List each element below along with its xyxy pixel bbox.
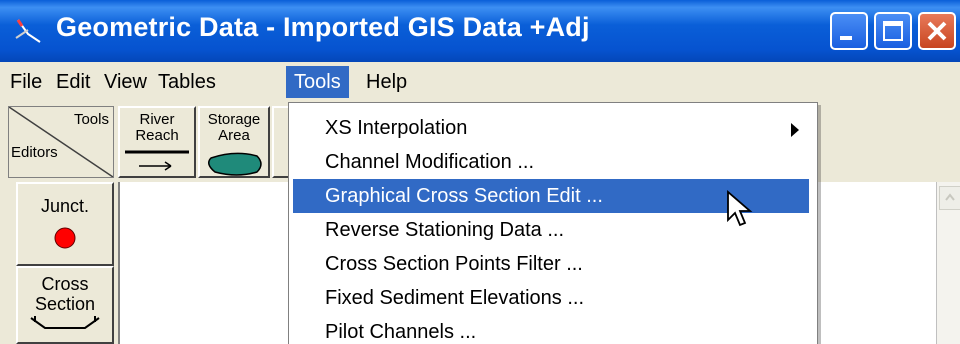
menu-item-xs-interpolation[interactable]: XS Interpolation [289, 111, 815, 145]
river-reach-tool[interactable]: River Reach [118, 106, 196, 178]
junction-icon [54, 227, 76, 249]
maximize-button[interactable] [874, 12, 912, 50]
toolbar-corner-header: Tools Editors [8, 106, 114, 178]
close-button[interactable] [918, 12, 956, 50]
close-icon [927, 21, 947, 41]
vertical-scrollbar[interactable] [936, 182, 960, 344]
storage-area-label-line2: Area [218, 127, 250, 144]
menu-item-fixed-sediment-elevations[interactable]: Fixed Sediment Elevations ... [289, 281, 815, 315]
pilot-channels-label: Pilot Channels ... [325, 321, 477, 343]
maximize-icon [883, 21, 903, 41]
menu-edit[interactable]: Edit [48, 66, 98, 98]
fixed-sediment-elevations-label: Fixed Sediment Elevations ... [325, 287, 585, 309]
menu-help[interactable]: Help [358, 66, 415, 98]
submenu-arrow-icon [791, 123, 799, 137]
river-icon [15, 19, 41, 43]
corner-editors-label: Editors [11, 144, 58, 161]
river-reach-label-line1: River [139, 111, 175, 128]
cross-section-tool[interactable]: Cross Section [16, 266, 114, 344]
menu-view[interactable]: View [96, 66, 155, 98]
geometric-data-window: Geometric Data - Imported GIS Data +Adj … [0, 0, 960, 344]
storage-area-tool[interactable]: Storage Area [198, 106, 270, 178]
river-reach-icon [125, 150, 189, 171]
junction-tool[interactable]: Junct. [16, 182, 114, 266]
minimize-button[interactable] [830, 12, 868, 50]
window-title: Geometric Data - Imported GIS Data +Adj [56, 12, 590, 42]
corner-tools-label: Tools [73, 111, 109, 128]
channel-modification-label: Channel Modification ... [325, 151, 535, 173]
cross-section-points-filter-label: Cross Section Points Filter ... [325, 253, 583, 275]
menu-item-pilot-channels[interactable]: Pilot Channels ... [289, 315, 815, 344]
mouse-cursor-icon [727, 190, 753, 227]
minimize-icon [840, 36, 852, 40]
menu-bar: File Edit View Tables Tools Help [0, 62, 960, 102]
scroll-up-button[interactable] [939, 186, 960, 210]
storage-area-icon [208, 152, 262, 176]
cross-section-label-line2: Section [34, 294, 96, 314]
xs-interpolation-label: XS Interpolation [325, 117, 468, 139]
graphical-cross-section-edit-label: Graphical Cross Section Edit ... [325, 185, 603, 207]
chevron-up-icon [945, 193, 955, 201]
menu-item-channel-modification[interactable]: Channel Modification ... [289, 145, 815, 179]
cross-section-icon [30, 316, 100, 329]
river-reach-label-line2: Reach [135, 127, 179, 144]
junction-label: Junct. [40, 196, 90, 216]
reverse-stationing-data-label: Reverse Stationing Data ... [325, 219, 565, 241]
menu-file[interactable]: File [2, 66, 50, 98]
menu-tables[interactable]: Tables [150, 66, 224, 98]
storage-area-label-line1: Storage [207, 111, 261, 128]
menu-tools[interactable]: Tools [286, 66, 349, 98]
menu-item-cross-section-points-filter[interactable]: Cross Section Points Filter ... [289, 247, 815, 281]
cross-section-label-line1: Cross [41, 274, 89, 294]
title-bar[interactable]: Geometric Data - Imported GIS Data +Adj [0, 0, 960, 62]
